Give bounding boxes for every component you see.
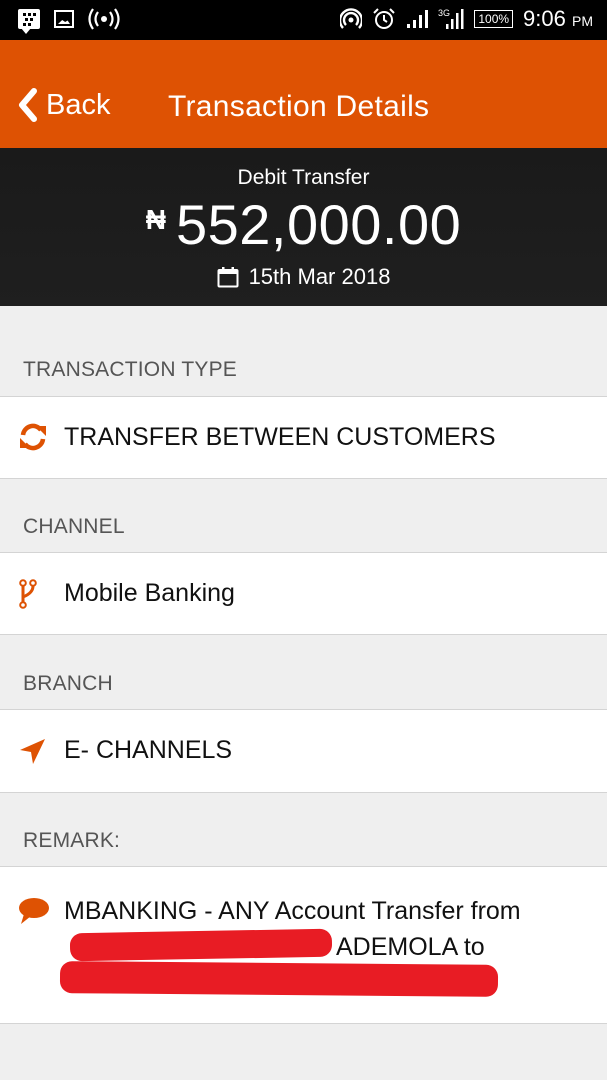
clock-time: 9:06 [523,6,566,31]
redaction-mark [69,928,333,962]
redaction-mark [59,961,499,997]
transaction-type-value: TRANSFER BETWEEN CUSTOMERS [64,423,496,451]
remark-row: MBANKING - ANY Account Transfer from ADE… [0,866,607,1024]
remark-line-1: MBANKING - ANY Account Transfer from [64,897,521,925]
chevron-left-icon [19,88,37,122]
transaction-direction: Debit Transfer [237,166,370,189]
alarm-icon [373,8,396,29]
clock: 9:06 PM [523,6,593,32]
comment-icon [19,898,49,924]
branch-row: E- CHANNELS [0,709,607,793]
amount-value: 552,000.00 [175,193,462,256]
date-value: 15th Mar 2018 [248,264,391,289]
transaction-summary: Debit Transfer ₦ 552,000.00 15th Mar 201… [0,148,607,306]
currency-symbol: ₦ [145,204,166,235]
3g-signal-icon: 3G [438,8,464,29]
app-bar: Back Transaction Details [0,40,607,148]
gallery-icon [54,10,74,28]
status-bar: 3G 100% 9:06 PM [0,0,607,40]
transaction-amount: ₦ 552,000.00 [0,192,607,257]
transaction-type-row: TRANSFER BETWEEN CUSTOMERS [0,396,607,479]
branch-fork-icon [19,579,37,609]
remark-label: REMARK: [23,829,121,852]
back-button[interactable]: Back [16,88,110,122]
branch-label: BRANCH [23,672,113,695]
hotspot-icon [88,8,120,30]
channel-row: Mobile Banking [0,552,607,635]
page-title: Transaction Details [168,90,430,123]
transaction-type-label: TRANSACTION TYPE [23,358,238,381]
transaction-date: 15th Mar 2018 [0,264,607,290]
location-arrow-icon [20,739,45,764]
bbm-icon [18,9,40,34]
clock-ampm: PM [572,13,593,29]
branch-value: E- CHANNELS [64,736,233,764]
battery-indicator: 100% [474,10,514,28]
calendar-icon [217,267,239,288]
svg-text:3G: 3G [438,8,450,18]
wifi-hotspot-icon [340,8,363,29]
channel-label: CHANNEL [23,515,125,538]
refresh-icon [20,423,46,451]
signal-icon [407,10,429,28]
back-label: Back [46,88,111,121]
channel-value: Mobile Banking [64,579,235,607]
